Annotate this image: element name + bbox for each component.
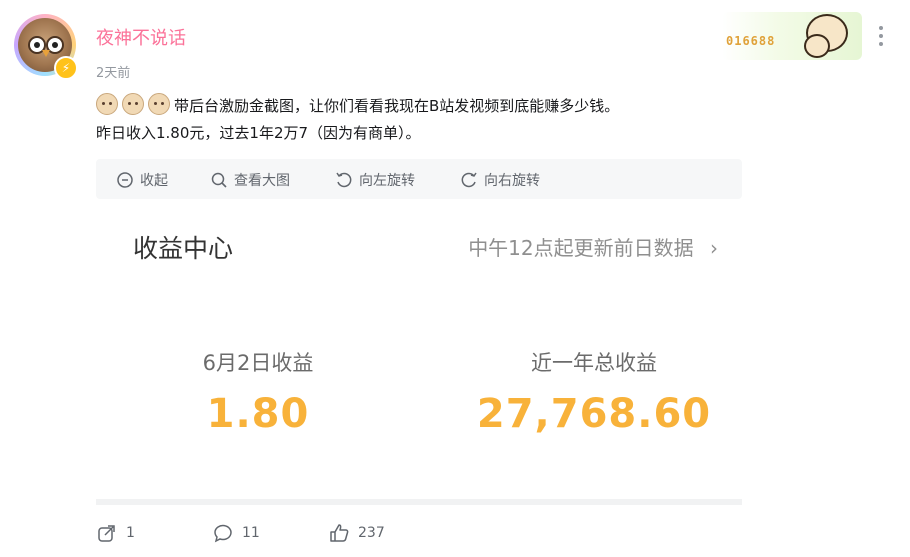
- lightning-badge-icon: ⚡: [54, 56, 78, 80]
- comment-count: 11: [242, 525, 260, 541]
- dog-emoji-icon: [122, 93, 144, 115]
- share-icon: [98, 525, 115, 542]
- chevron-right-icon: ›: [710, 236, 718, 260]
- rotate-left-icon: [336, 172, 352, 188]
- rotate-right-icon: [461, 172, 477, 188]
- rotate-right-button[interactable]: 向右旋转: [460, 170, 540, 190]
- collapse-label: 收起: [140, 173, 168, 189]
- daily-earnings-label: 6月2日收益: [202, 351, 314, 375]
- comment-button[interactable]: 11: [212, 522, 260, 544]
- rotate-left-button[interactable]: 向左旋转: [335, 170, 415, 190]
- dog-emoji-icon: [148, 93, 170, 115]
- yearly-earnings-label: 近一年总收益: [531, 351, 657, 375]
- share-count: 1: [126, 525, 135, 541]
- post-time: 2天前: [96, 66, 131, 81]
- author-name[interactable]: 夜神不说话: [96, 24, 186, 50]
- post-line-1: 带后台激励金截图，让你们看看我现在B站发视频到底能赚多少钱。: [174, 97, 620, 115]
- post-line-2: 昨日收入1.80元，过去1年2万7（因为有商单）。: [96, 124, 421, 142]
- thumbs-up-icon: [330, 524, 349, 542]
- small-bear-sticker-icon: [804, 34, 830, 58]
- like-button[interactable]: 237: [328, 522, 385, 544]
- post-text: 带后台激励金截图，让你们看看我现在B站发视频到底能赚多少钱。 昨日收入1.80元…: [96, 93, 619, 147]
- fan-decoration-number: 016688: [726, 34, 776, 48]
- owl-beak-icon: [42, 50, 50, 57]
- dog-emoji-icon: [96, 93, 118, 115]
- earnings-screenshot[interactable]: 收益中心 中午12点起更新前日数据 › 6月2日收益 1.80 近一年总收益 2…: [96, 199, 742, 505]
- rotate-left-label: 向左旋转: [359, 173, 415, 189]
- image-toolbar: 收起 查看大图 向左旋转 向右旋转: [96, 159, 742, 199]
- earnings-update-hint: 中午12点起更新前日数据 ›: [468, 236, 718, 260]
- daily-earnings-value: 1.80: [206, 391, 310, 437]
- collapse-icon: [117, 172, 133, 188]
- earnings-title: 收益中心: [133, 234, 234, 263]
- like-count: 237: [358, 525, 385, 541]
- share-button[interactable]: 1: [96, 522, 135, 544]
- search-icon: [211, 172, 227, 188]
- yearly-earnings-value: 27,768.60: [476, 391, 712, 437]
- comment-icon: [214, 524, 232, 543]
- view-large-label: 查看大图: [234, 173, 290, 189]
- more-options-icon[interactable]: [874, 26, 888, 54]
- view-large-button[interactable]: 查看大图: [210, 170, 290, 190]
- collapse-button[interactable]: 收起: [116, 170, 168, 190]
- rotate-right-label: 向右旋转: [484, 173, 540, 189]
- avatar[interactable]: ⚡: [14, 14, 78, 80]
